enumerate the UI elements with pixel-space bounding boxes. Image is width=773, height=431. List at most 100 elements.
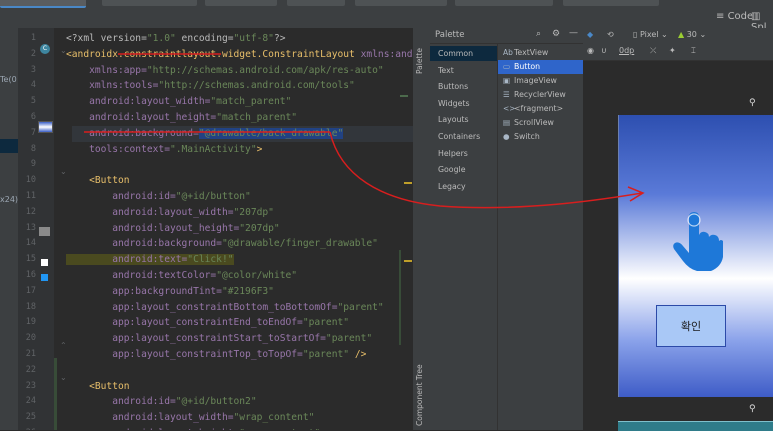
white-color-swatch[interactable] xyxy=(41,259,48,266)
panel-selection[interactable] xyxy=(0,139,18,153)
code-line[interactable]: 25 android:layout_width="wrap_content" xyxy=(18,410,413,426)
line-number: 20 xyxy=(25,333,36,344)
warning-marker[interactable] xyxy=(404,260,412,262)
search-icon[interactable]: ⌕ xyxy=(536,29,541,39)
code-line[interactable]: 19 app:layout_constraintEnd_toEndOf="par… xyxy=(18,315,413,331)
code-line[interactable]: 24 android:id="@+id/button2" xyxy=(18,394,413,410)
pin-icon[interactable]: ⚲ xyxy=(749,98,756,108)
code-line[interactable]: 8 tools:context=".MainActivity"> xyxy=(18,142,413,158)
palette-category-text[interactable]: Text xyxy=(430,63,497,78)
palette-item-switch[interactable]: ● Switch xyxy=(498,130,583,144)
design-surface[interactable]: ◆ ⟲ ▯ Pixel ⌄ ▲ 30 ⌄ ◉ ∪ 0dp ⤫ ✦ ⌶ ⚲ 확인 … xyxy=(583,28,773,431)
code-line[interactable]: 22 xyxy=(18,363,413,379)
palette-item-recyclerview[interactable]: ☰ RecyclerView xyxy=(498,88,583,102)
code-line[interactable]: 4 xmlns:tools="http://schemas.android.co… xyxy=(18,78,413,94)
code-text: android:id="@+id/button2" xyxy=(66,394,256,410)
palette-item-imageview[interactable]: ▣ ImageView xyxy=(498,74,583,88)
code-view-button[interactable]: ≡ Code xyxy=(716,11,753,22)
code-text: android:background="@drawable/finger_dra… xyxy=(66,236,378,252)
code-token: "parent" xyxy=(325,333,373,345)
fold-icon[interactable]: ⌃ xyxy=(60,341,67,350)
editor-tab[interactable] xyxy=(287,0,345,6)
gear-icon[interactable]: ⚙ xyxy=(552,29,560,39)
palette-item-textview[interactable]: AbTextView xyxy=(498,46,583,60)
code-line[interactable]: 18 app:layout_constraintBottom_toBottomO… xyxy=(18,300,413,316)
editor-tab[interactable] xyxy=(355,0,447,6)
code-text: android:background="@drawable/back_drawa… xyxy=(66,126,344,142)
pin-icon[interactable]: ⚲ xyxy=(749,404,756,414)
confirm-button[interactable]: 확인 xyxy=(656,305,726,347)
component-tree-tab-label[interactable]: Component Tree xyxy=(415,364,424,426)
code-line[interactable]: 26 android:layout_height="wrap_content" xyxy=(18,426,413,430)
palette-item-button[interactable]: ▭ Button xyxy=(498,60,583,74)
api-selector[interactable]: ▲ 30 ⌄ xyxy=(678,30,706,39)
code-line[interactable]: 7 android:background="@drawable/back_dra… xyxy=(18,125,413,142)
palette-title: Palette xyxy=(435,30,465,40)
code-editor[interactable]: 1 <?xml version="1.0" encoding="utf-8"?> 2… xyxy=(18,28,413,430)
code-line[interactable]: 13 android:layout_height="207dp" xyxy=(18,221,413,237)
eye-icon[interactable]: ◉ xyxy=(587,46,594,55)
code-line[interactable]: 3 xmlns:app="http://schemas.android.com/… xyxy=(18,63,413,79)
device-selector[interactable]: ▯ Pixel ⌄ xyxy=(633,30,668,39)
code-token: android:layout_width= xyxy=(66,412,234,424)
blue-color-swatch[interactable] xyxy=(41,274,48,281)
infer-constraints-icon[interactable]: ✦ xyxy=(669,46,676,55)
code-line[interactable]: 1 <?xml version="1.0" encoding="utf-8"?> xyxy=(18,31,413,47)
finger-touch-icon[interactable] xyxy=(669,207,725,273)
code-line[interactable]: 2 <androidx.constraintlayout.widget.Const… xyxy=(18,47,413,63)
palette-category-legacy[interactable]: Legacy xyxy=(430,179,497,194)
code-line[interactable]: 12 android:layout_width="207dp" xyxy=(18,205,413,221)
clear-constraints-icon[interactable]: ⤫ xyxy=(650,46,656,56)
code-line[interactable]: 10 <Button xyxy=(18,173,413,189)
code-line[interactable]: 9 xyxy=(18,157,413,173)
guidelines-icon[interactable]: ⌶ xyxy=(691,46,696,56)
code-token: "parent" xyxy=(302,349,350,360)
palette-category-containers[interactable]: Containers xyxy=(430,129,497,144)
orientation-icon[interactable]: ⟲ xyxy=(607,30,614,39)
fold-icon[interactable]: ⌄ xyxy=(60,46,67,55)
code-line[interactable]: 20 app:layout_constraintStart_toStartOf=… xyxy=(18,331,413,347)
drawable-preview-icon[interactable] xyxy=(38,121,53,133)
class-icon[interactable]: C xyxy=(40,44,50,54)
palette-item-scrollview[interactable]: ▤ ScrollView xyxy=(498,116,583,130)
palette-category-buttons[interactable]: Buttons xyxy=(430,79,497,94)
fold-icon[interactable]: ⌄ xyxy=(60,373,67,382)
code-line[interactable]: 5 android:layout_width="match_parent" xyxy=(18,94,413,110)
code-token: <androidx. xyxy=(66,48,124,60)
code-line[interactable]: 11 android:id="@+id/button" xyxy=(18,189,413,205)
code-line[interactable]: 17 app:backgroundTint="#2196F3" xyxy=(18,284,413,300)
editor-tab[interactable] xyxy=(455,0,553,6)
code-token: /> xyxy=(349,349,367,360)
magnet-icon[interactable]: ∪ xyxy=(601,46,607,55)
line-number: 15 xyxy=(25,254,36,265)
code-line[interactable]: 23 <Button xyxy=(18,379,413,395)
minimize-icon[interactable]: — xyxy=(569,28,578,38)
palette-category-helpers[interactable]: Helpers xyxy=(430,146,497,161)
code-line[interactable]: 16 android:textColor="@color/white" xyxy=(18,268,413,284)
code-view-icon: ≡ xyxy=(716,11,725,22)
palette-item-fragment[interactable]: <><fragment> xyxy=(498,102,583,116)
design-mode-icon[interactable]: ◆ xyxy=(587,30,593,39)
editor-tab[interactable] xyxy=(563,0,659,6)
margin-selector[interactable]: 0dp xyxy=(619,46,634,55)
code-line[interactable]: 21 app:layout_constraintTop_toTopOf="par… xyxy=(18,347,413,363)
code-line[interactable]: 14 android:background="@drawable/finger_… xyxy=(18,236,413,252)
code-line[interactable]: 15 android:text="Click!" xyxy=(18,252,413,268)
editor-tab[interactable] xyxy=(102,0,197,6)
palette-category-common[interactable]: Common xyxy=(430,46,497,61)
code-line[interactable]: 6 android:layout_height="match_parent" xyxy=(18,110,413,126)
palette-category-layouts[interactable]: Layouts xyxy=(430,112,497,127)
code-token: ".MainActivity" xyxy=(169,143,257,155)
palette-category-google[interactable]: Google xyxy=(430,162,497,177)
palette-side-tab[interactable]: Palette Component Tree xyxy=(413,28,431,430)
palette-category-widgets[interactable]: Widgets xyxy=(430,96,497,111)
editor-tab[interactable] xyxy=(205,0,277,6)
change-marker-small[interactable] xyxy=(400,95,408,97)
phone-preview[interactable]: 확인 xyxy=(618,115,773,397)
fold-icon[interactable]: ⌄ xyxy=(60,167,67,176)
editor-tab[interactable] xyxy=(0,0,86,8)
warning-marker[interactable] xyxy=(404,182,412,184)
palette-item-label: ImageView xyxy=(514,76,557,85)
palette-categories: Common Text Buttons Widgets Layouts Container… xyxy=(430,44,498,430)
image-preview-icon[interactable] xyxy=(39,227,50,236)
